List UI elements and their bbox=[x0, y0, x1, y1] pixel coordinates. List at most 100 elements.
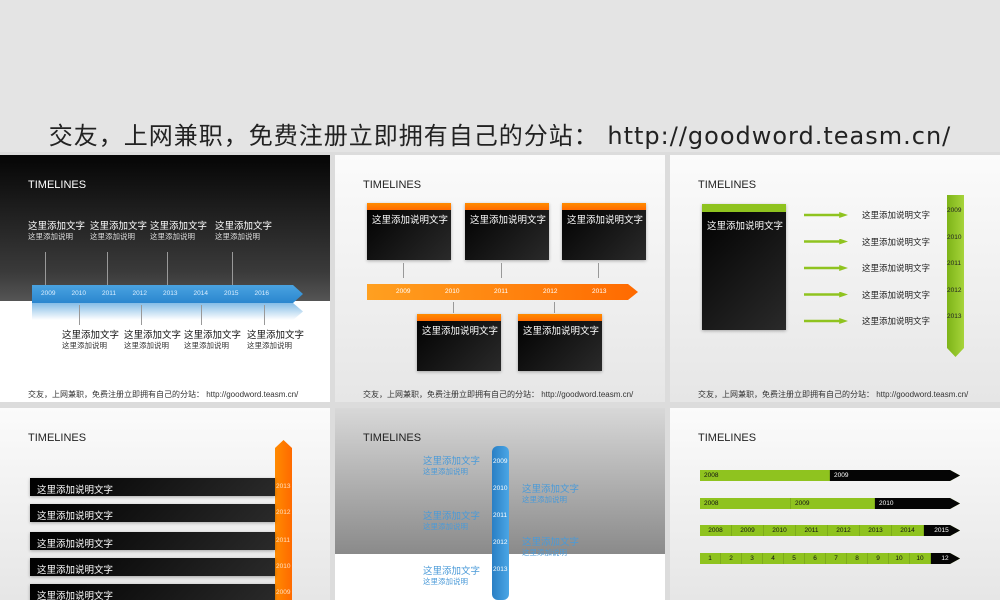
year-label: 2015 bbox=[224, 290, 239, 297]
connector-line bbox=[141, 305, 142, 325]
bar-segment: 2008 bbox=[700, 525, 732, 536]
arrow-reflection bbox=[32, 303, 303, 320]
box-header bbox=[417, 314, 501, 321]
event-subtitle: 这里添加说明 bbox=[90, 232, 135, 241]
bar-segment: 2010 bbox=[875, 498, 960, 509]
slide-3[interactable]: TIMELINES 这里添加说明文字 这里添加说明文字 2009 这里添加说明文字 2… bbox=[670, 155, 1000, 402]
description-text: 这里添加说明文字 bbox=[862, 210, 931, 220]
event-title: 这里添加文字 bbox=[522, 537, 580, 548]
bar-segment: 12 bbox=[931, 553, 960, 564]
year-label: 2010 bbox=[947, 233, 962, 241]
connector-line bbox=[403, 263, 404, 278]
event-subtitle: 这里添加说明 bbox=[28, 232, 73, 241]
year-label: 2016 bbox=[254, 290, 269, 297]
year-label: 2009 bbox=[947, 207, 962, 214]
box-text: 这里添加说明文字 bbox=[470, 215, 547, 226]
bar-segment: 3 bbox=[742, 553, 763, 564]
year-label: 2011 bbox=[276, 537, 290, 544]
year-label: 2009 bbox=[276, 589, 291, 596]
slide-6[interactable]: TIMELINES 2008 2009 2008 2009 2010 2008 2009 20… bbox=[670, 408, 1000, 600]
bar-segment: 2009 bbox=[791, 498, 875, 509]
slide-footer: 交友，上网兼职，免费注册立即拥有自己的分站： http://goodword.t… bbox=[28, 390, 299, 399]
timeline-bar: 2008 2009 bbox=[700, 470, 960, 481]
connector-line bbox=[107, 252, 108, 285]
event-subtitle: 这里添加说明 bbox=[184, 341, 229, 350]
arrow-icon bbox=[804, 318, 848, 324]
year-label: 2014 bbox=[193, 290, 208, 297]
year-label: 2013 bbox=[947, 313, 962, 320]
event-title: 这里添加文字 bbox=[90, 221, 148, 232]
timeline-bar: 2008 2009 2010 2011 2012 2013 2014 2015 bbox=[700, 525, 960, 536]
slide-1[interactable]: TIMELINES 2009 2010 2011 2012 2013 2014 2015 20… bbox=[0, 155, 330, 402]
bar-segment: 2011 bbox=[796, 525, 828, 536]
bar-segment: 2 bbox=[721, 553, 742, 564]
box-text: 这里添加说明文字 bbox=[523, 326, 600, 337]
box-text: 这里添加说明文字 bbox=[422, 326, 499, 337]
slide-title: TIMELINES bbox=[28, 432, 87, 444]
event-subtitle: 这里添加说明 bbox=[522, 495, 567, 504]
event-title: 这里添加文字 bbox=[247, 330, 305, 341]
bar-segment: 2009 bbox=[830, 470, 960, 481]
slide-title: TIMELINES bbox=[363, 432, 422, 444]
year-label: 2011 bbox=[494, 288, 508, 295]
slide-footer: 交友，上网兼职，免费注册立即拥有自己的分站： http://goodword.t… bbox=[698, 390, 969, 399]
event-subtitle: 这里添加说明 bbox=[215, 232, 260, 241]
year-label: 2010 bbox=[276, 563, 291, 570]
green-vertical-arrow bbox=[947, 195, 964, 357]
description-box: 这里添加说明文字 bbox=[465, 203, 549, 260]
bar-segment: 2012 bbox=[828, 525, 860, 536]
box-header bbox=[465, 203, 549, 210]
year-label: 2010 bbox=[71, 290, 86, 297]
slide-title: TIMELINES bbox=[698, 179, 757, 191]
description-box: 这里添加说明文字 bbox=[518, 314, 602, 371]
timeline-bar: 1 2 3 4 5 6 7 8 9 10 10 12 bbox=[700, 553, 960, 564]
bar-segment: 2014 bbox=[892, 525, 924, 536]
description-bar: 这里添加说明文字 bbox=[30, 504, 275, 522]
year-label: 2010 bbox=[493, 485, 508, 492]
event-title: 这里添加文字 bbox=[62, 330, 120, 341]
bar-segment: 10 bbox=[889, 553, 910, 564]
event-title: 这里添加文字 bbox=[423, 456, 481, 467]
event-subtitle: 这里添加说明 bbox=[62, 341, 107, 350]
bar-segment: 9 bbox=[868, 553, 889, 564]
event-title: 这里添加文字 bbox=[28, 221, 86, 232]
banner-text: 交友，上网兼职，免费注册立即拥有自己的分站： http://goodword.t… bbox=[48, 122, 952, 150]
event-subtitle: 这里添加说明 bbox=[124, 341, 169, 350]
arrow-icon bbox=[804, 265, 848, 271]
box-header bbox=[367, 203, 451, 210]
event-subtitle: 这里添加说明 bbox=[150, 232, 195, 241]
event-subtitle: 这里添加说明 bbox=[522, 548, 567, 557]
description-box: 这里添加说明文字 bbox=[562, 203, 646, 260]
connector-line bbox=[554, 302, 555, 313]
bar-segment: 7 bbox=[826, 553, 847, 564]
year-label: 2011 bbox=[102, 290, 116, 297]
description-box: 这里添加说明文字 bbox=[417, 314, 501, 371]
bar-segment: 2010 bbox=[764, 525, 796, 536]
year-label: 2012 bbox=[132, 290, 147, 297]
event-subtitle: 这里添加说明 bbox=[423, 467, 468, 476]
bar-segment: 8 bbox=[847, 553, 868, 564]
timeline-bar: 2008 2009 2010 bbox=[700, 498, 960, 509]
year-label: 2013 bbox=[592, 288, 607, 295]
description-bar: 这里添加说明文字 bbox=[30, 558, 275, 576]
arrow-icon bbox=[804, 238, 848, 245]
year-label: 2012 bbox=[276, 509, 291, 516]
connector-line bbox=[598, 263, 599, 278]
slide-title: TIMELINES bbox=[28, 179, 87, 191]
year-label: 2013 bbox=[493, 566, 508, 573]
bar-text: 这里添加说明文字 bbox=[37, 539, 114, 550]
bar-segment: 1 bbox=[700, 553, 721, 564]
bar-text: 这里添加说明文字 bbox=[37, 565, 114, 576]
event-title: 这里添加文字 bbox=[150, 221, 208, 232]
connector-line bbox=[167, 252, 168, 285]
year-label: 2012 bbox=[543, 288, 558, 295]
slide-5[interactable]: TIMELINES 2009 2010 2011 2012 2013 这里添加文字 这里添加… bbox=[335, 408, 665, 600]
year-label: 2013 bbox=[276, 483, 291, 490]
description-box: 这里添加说明文字 bbox=[702, 204, 786, 330]
bar-segment: 2013 bbox=[860, 525, 892, 536]
slide-4[interactable]: TIMELINES 这里添加说明文字 2013 这里添加说明文字 2012 这里添加说明… bbox=[0, 408, 330, 600]
slide-title: TIMELINES bbox=[698, 432, 757, 444]
year-label: 2012 bbox=[493, 539, 508, 546]
slide-2[interactable]: TIMELINES 这里添加说明文字 这里添加说明文字 这里添加说明文字 2009 20… bbox=[335, 155, 665, 402]
box-header bbox=[518, 314, 602, 321]
